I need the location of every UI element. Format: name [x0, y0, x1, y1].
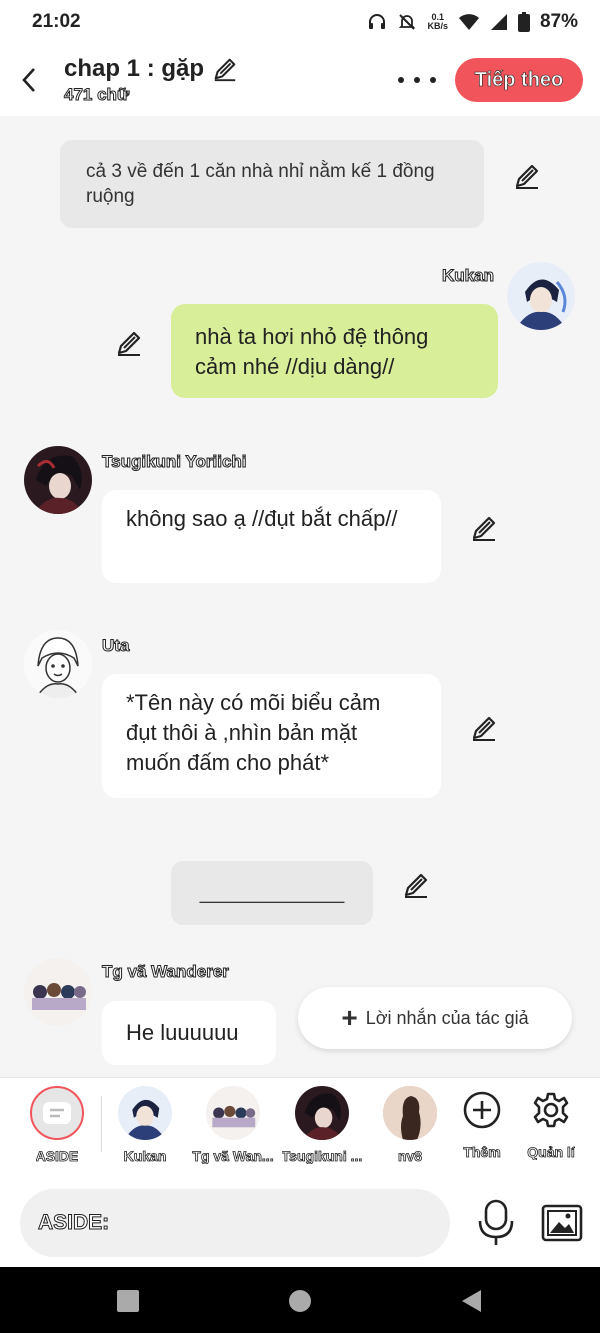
narration-bubble[interactable]: cả 3 về đến 1 căn nhà nhỉ nằm kế 1 đồng … [60, 140, 484, 228]
signal-icon [490, 14, 507, 30]
chat-area[interactable]: cả 3 về đến 1 căn nhà nhỉ nằm kế 1 đồng … [0, 116, 600, 1077]
back-button[interactable] [4, 44, 54, 116]
more-dot-icon [398, 77, 404, 83]
nv8-avatar [383, 1086, 437, 1140]
image-icon[interactable] [540, 1201, 584, 1245]
more-label: Thêm [463, 1144, 501, 1160]
speaker-name-wanderer: Tg vã Wanderer [102, 962, 230, 982]
net-speed: 0.1 KB/s [427, 13, 448, 31]
message-bubble-kukan[interactable]: nhà ta hơi nhỏ đệ thông cảm nhé //dịu dà… [171, 304, 498, 398]
character-label-nv8: nv8 [397, 1148, 423, 1164]
character-yoriichi[interactable]: Tsugikuni ... [277, 1086, 367, 1164]
message-bubble-uta[interactable]: *Tên này có mõi biểu cảm đụt thôi à ,nhì… [102, 674, 441, 798]
status-icons: 0.1 KB/s 87% [367, 11, 578, 33]
chapter-title[interactable]: chap 1 : gặp [64, 55, 204, 83]
status-time: 21:02 [32, 11, 81, 32]
character-aside[interactable]: ASIDE [12, 1086, 102, 1164]
recents-square-icon[interactable] [115, 1288, 141, 1314]
edit-icon[interactable] [115, 329, 143, 357]
battery-percent: 87% [539, 11, 578, 32]
kukan-portrait-icon [507, 262, 575, 330]
aside-avatar [30, 1086, 84, 1140]
battery-icon [517, 12, 530, 32]
yoriichi-portrait-icon [24, 446, 92, 514]
next-chapter-button[interactable]: Tiếp theo [455, 58, 583, 102]
silhouette-icon [383, 1086, 437, 1140]
yoriichi-avatar [295, 1086, 349, 1140]
uta-portrait-icon [24, 630, 92, 698]
character-label-aside: ASIDE [35, 1148, 79, 1164]
yoriichi-portrait-icon [295, 1086, 349, 1140]
character-kukan[interactable]: Kukan [100, 1086, 190, 1164]
edit-icon[interactable] [470, 514, 498, 542]
message-bubble-wanderer[interactable]: He luuuuuu [102, 1001, 276, 1065]
title-block: chap 1 : gặp 471 chữ [63, 55, 238, 105]
message-input[interactable]: ASIDE: [20, 1189, 450, 1257]
manage-label: Quản lí [527, 1144, 575, 1160]
speaker-name-kukan: Kukan [442, 266, 495, 286]
avatar-yoriichi[interactable] [24, 446, 92, 514]
wanderer-group-icon [24, 958, 92, 1026]
character-label-wanderer: Tg vã Wan... [192, 1148, 274, 1164]
plus-icon: + [341, 1002, 358, 1033]
avatar-uta[interactable] [24, 630, 92, 698]
character-label-kukan: Kukan [123, 1148, 167, 1164]
app-header: chap 1 : gặp 471 chữ Tiếp theo [0, 44, 600, 116]
chevron-left-icon [22, 68, 35, 92]
input-area: ASIDE: [0, 1179, 600, 1267]
divider-bubble[interactable]: _____________ [171, 861, 373, 925]
wanderer-group-icon [206, 1086, 260, 1140]
edit-icon[interactable] [513, 162, 541, 190]
edit-title-icon[interactable] [212, 56, 238, 82]
character-label-yoriichi: Tsugikuni ... [281, 1148, 363, 1164]
home-circle-icon[interactable] [287, 1288, 313, 1314]
wanderer-avatar [206, 1086, 260, 1140]
kukan-avatar [118, 1086, 172, 1140]
character-wanderer[interactable]: Tg vã Wan... [188, 1086, 278, 1164]
mute-bell-icon [399, 14, 416, 30]
status-bar: 21:02 0.1 KB/s 87% [0, 0, 600, 44]
gear-icon [533, 1092, 569, 1128]
edit-icon[interactable] [470, 714, 498, 742]
word-count: 471 chữ [63, 85, 130, 105]
system-nav-bar [0, 1267, 600, 1333]
speaker-name-uta: Uta [101, 636, 130, 656]
back-triangle-icon[interactable] [459, 1288, 485, 1314]
plus-circle-icon [463, 1091, 501, 1129]
edit-icon[interactable] [402, 871, 430, 899]
more-options-button[interactable] [398, 68, 436, 92]
author-note-label: Lời nhắn của tác giả [365, 1007, 529, 1028]
avatar-wanderer[interactable] [24, 958, 92, 1026]
message-bubble-yoriichi[interactable]: không sao ạ //đụt bắt chấp// [102, 490, 441, 583]
microphone-icon[interactable] [474, 1199, 518, 1247]
kukan-portrait-icon [118, 1086, 172, 1140]
wifi-icon [458, 14, 479, 30]
speaker-name-yoriichi: Tsugikuni Yoriichi [102, 452, 248, 472]
author-note-button[interactable]: + Lời nhắn của tác giả [298, 987, 572, 1049]
aside-speech-icon [43, 1102, 71, 1124]
avatar-kukan[interactable] [507, 262, 575, 330]
character-bar: ASIDE Kukan Tg vã Wan... Tsugikuni ... n… [0, 1077, 600, 1179]
headphones-icon [369, 14, 386, 29]
more-dot-icon [430, 77, 436, 83]
net-speed-unit: KB/s [427, 21, 448, 31]
more-dot-icon [414, 77, 420, 83]
manage-characters-button[interactable]: Quản lí [506, 1086, 596, 1160]
